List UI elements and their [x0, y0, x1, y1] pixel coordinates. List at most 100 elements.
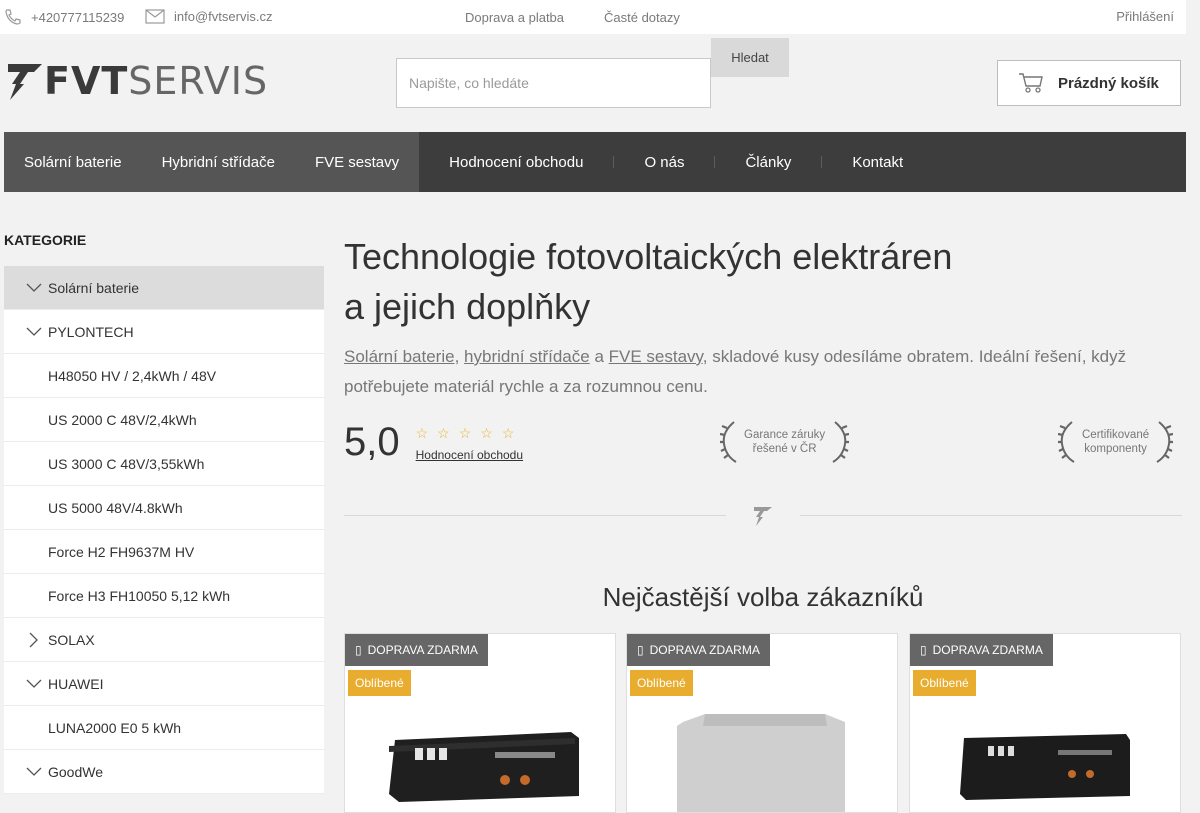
star-icon: ☆ [480, 424, 493, 441]
envelope-icon [145, 9, 165, 24]
category-item[interactable]: Solární baterie [4, 266, 324, 310]
category-label: Force H3 FH10050 5,12 kWh [48, 587, 231, 604]
email-address: info@fvtservis.cz [174, 9, 273, 24]
certified-badge: Certifikované komponenty [1058, 420, 1174, 464]
logo[interactable]: FVTSERVIS [4, 60, 268, 102]
phone-icon [5, 9, 21, 25]
email-contact[interactable]: info@fvtservis.cz [145, 9, 272, 24]
link-hybrid-inverters[interactable]: hybridní střídače [464, 347, 590, 366]
cart-icon [1019, 73, 1043, 93]
nav-item-articles[interactable]: Články [715, 132, 821, 192]
category-item[interactable]: Force H3 FH10050 5,12 kWh [4, 574, 324, 618]
truck-icon: ▯ [355, 643, 362, 657]
product-image [389, 732, 579, 802]
category-item[interactable]: US 5000 48V/4.8kWh [4, 486, 324, 530]
free-shipping-label: DOPRAVA ZDARMA [932, 643, 1043, 657]
category-title: KATEGORIE [4, 232, 87, 248]
link-shipping[interactable]: Doprava a platba [465, 10, 564, 25]
chevron-right-icon [29, 632, 38, 647]
laurel-left-icon [720, 421, 737, 463]
search-button[interactable]: Hledat [711, 38, 789, 77]
top-bar: +420777115239 info@fvtservis.cz Doprava … [0, 0, 1186, 34]
popular-tag: Oblíbené [913, 670, 976, 696]
phone-contact[interactable]: +420777115239 [4, 9, 124, 25]
laurel-left-icon [1058, 421, 1075, 463]
free-shipping-label: DOPRAVA ZDARMA [649, 643, 760, 657]
free-shipping-tag: ▯ DOPRAVA ZDARMA [627, 634, 770, 666]
header: FVTSERVIS Hledat Prázdný košík [0, 34, 1186, 132]
star-icon: ☆ [415, 424, 429, 441]
chevron-down-icon [26, 327, 42, 336]
chevron-down-icon [26, 283, 42, 292]
chevron-down-icon [26, 767, 42, 776]
nav-item-about[interactable]: O nás [614, 132, 714, 192]
cart-label: Prázdný košík [1058, 74, 1159, 92]
link-fve-sets[interactable]: FVE sestavy [609, 347, 703, 366]
rating-link[interactable]: Hodnocení obchodu [416, 448, 523, 462]
badge-text: řešené v ČR [752, 443, 817, 455]
free-shipping-label: DOPRAVA ZDARMA [367, 643, 478, 657]
category-label: H48050 HV / 2,4kWh / 48V [48, 367, 217, 384]
rating-stars: ☆ ☆ ☆ ☆ ☆ [416, 424, 523, 442]
nav-item-fve-sets[interactable]: FVE sestavy [295, 132, 419, 192]
category-sidebar: Solární baterie PYLONTECH H48050 HV / 2,… [4, 266, 324, 794]
main-nav: Solární baterie Hybridní střídače FVE se… [4, 132, 1186, 192]
product-card[interactable]: ▯ DOPRAVA ZDARMA Oblíbené [626, 633, 898, 813]
free-shipping-tag: ▯ DOPRAVA ZDARMA [345, 634, 488, 666]
category-item[interactable]: PYLONTECH [4, 310, 324, 354]
category-label: HUAWEI [48, 675, 104, 692]
star-icon: ☆ [501, 424, 515, 441]
nav-item-solar-batteries[interactable]: Solární baterie [4, 132, 142, 192]
hero-description: Solární baterie, hybridní střídače a FVE… [344, 342, 1174, 402]
link-faq[interactable]: Časté dotazy [604, 10, 680, 25]
category-label: GoodWe [48, 763, 103, 780]
product-image [677, 714, 845, 812]
logo-text-servis: SERVIS [128, 59, 269, 103]
product-card[interactable]: ▯ DOPRAVA ZDARMA Oblíbené [909, 633, 1181, 813]
phone-number: +420777115239 [31, 9, 125, 25]
cart-button[interactable]: Prázdný košík [997, 60, 1181, 106]
product-card[interactable]: ▯ DOPRAVA ZDARMA Oblíbené [344, 633, 616, 813]
login-link[interactable]: Přihlášení [1116, 9, 1174, 24]
free-shipping-tag: ▯ DOPRAVA ZDARMA [910, 634, 1053, 666]
laurel-right-icon [1156, 421, 1174, 463]
category-item[interactable]: GoodWe [4, 750, 324, 794]
search-input[interactable] [396, 58, 711, 108]
warranty-badge: Garance záruky řešené v ČR [720, 420, 850, 464]
category-label: US 5000 48V/4.8kWh [48, 499, 183, 516]
page-title-line2: a jejich doplňky [344, 286, 591, 327]
badge-text: Garance záruky [744, 429, 826, 441]
bolt-divider-icon [754, 507, 772, 526]
category-item[interactable]: Force H2 FH9637M HV [4, 530, 324, 574]
page-title: Technologie fotovoltaických elektráren a… [344, 232, 1104, 332]
divider [344, 515, 726, 516]
star-icon: ☆ [437, 424, 450, 441]
category-item[interactable]: LUNA2000 E0 5 kWh [4, 706, 324, 750]
product-image [960, 734, 1130, 800]
nav-category-group: Solární baterie Hybridní střídače FVE se… [4, 132, 420, 192]
section-title: Nejčastější volba zákazníků [602, 582, 924, 612]
category-label: Solární baterie [48, 279, 140, 296]
nav-item-hybrid-inverters[interactable]: Hybridní střídače [142, 132, 295, 192]
divider [800, 515, 1182, 516]
category-label: SOLAX [48, 631, 95, 648]
badge-text: komponenty [1084, 443, 1147, 455]
nav-item-shop-rating[interactable]: Hodnocení obchodu [419, 132, 613, 192]
logo-text-fvt: FVT [44, 59, 129, 103]
truck-icon: ▯ [637, 643, 644, 657]
category-item[interactable]: US 2000 C 48V/2,4kWh [4, 398, 324, 442]
category-item[interactable]: HUAWEI [4, 662, 324, 706]
popular-tag: Oblíbené [348, 670, 411, 696]
laurel-right-icon [832, 421, 850, 463]
category-item[interactable]: US 3000 C 48V/3,55kWh [4, 442, 324, 486]
category-label: US 3000 C 48V/3,55kWh [48, 455, 205, 472]
category-item[interactable]: SOLAX [4, 618, 324, 662]
category-item[interactable]: H48050 HV / 2,4kWh / 48V [4, 354, 324, 398]
category-label: LUNA2000 E0 5 kWh [48, 719, 182, 736]
link-solar-batteries[interactable]: Solární baterie [344, 347, 455, 366]
shop-rating: 5,0 ☆ ☆ ☆ ☆ ☆ Hodnocení obchodu [344, 420, 523, 465]
popular-tag: Oblíbené [630, 670, 693, 696]
nav-item-contact[interactable]: Kontakt [822, 132, 933, 192]
desc-separator: , [454, 347, 465, 366]
page-title-line1: Technologie fotovoltaických elektráren [344, 236, 953, 277]
